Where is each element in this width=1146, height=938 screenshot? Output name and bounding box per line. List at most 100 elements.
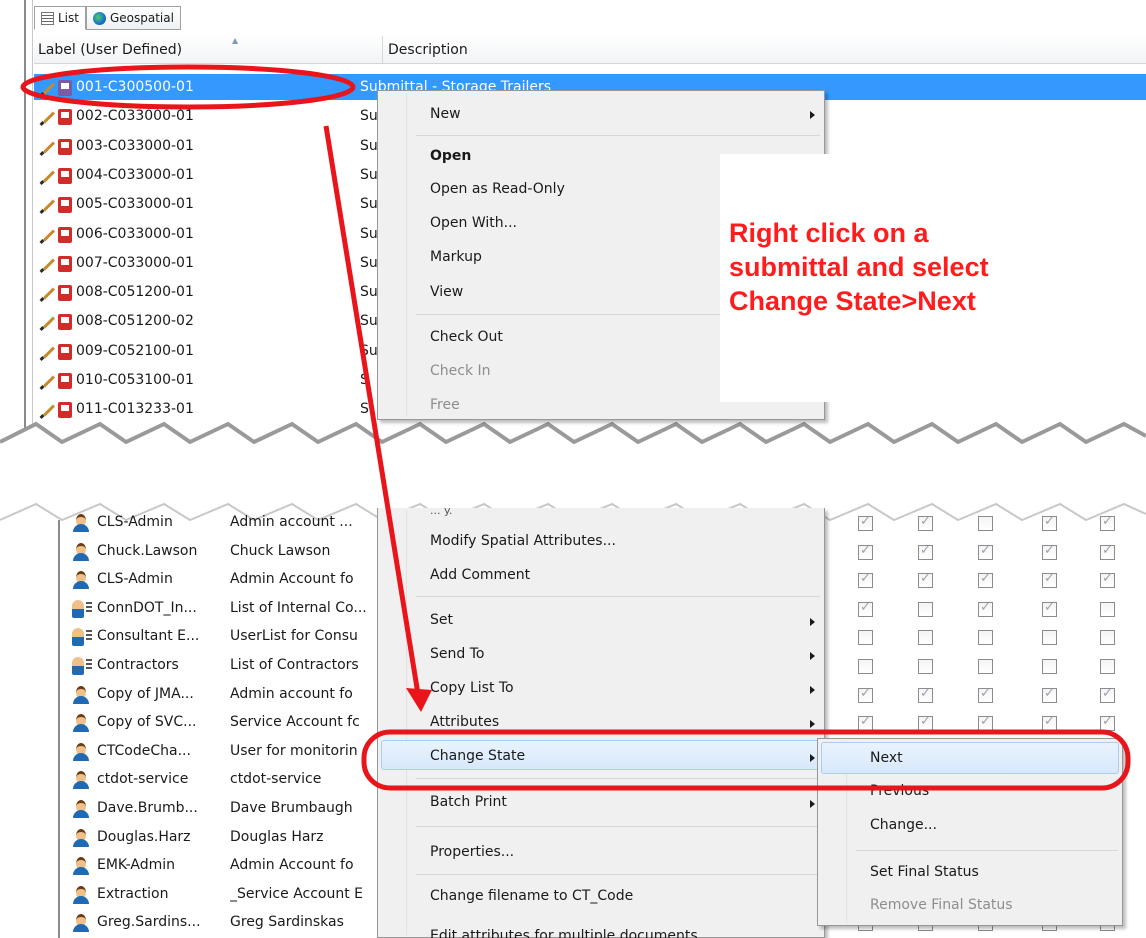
- user-description: UserList for Consu: [230, 628, 358, 645]
- document-label: 009-C052100-01: [76, 342, 194, 359]
- permission-checkbox[interactable]: [978, 516, 993, 531]
- permission-checkbox[interactable]: [918, 630, 933, 646]
- menu-item-open[interactable]: Open: [430, 148, 471, 164]
- user-description: List of Contractors: [230, 657, 359, 673]
- permission-checkbox[interactable]: [1100, 601, 1115, 617]
- document-row[interactable]: 006-C033000-01 Su: [34, 223, 378, 251]
- menu-item-modify-spatial[interactable]: Modify Spatial Attributes...: [430, 533, 616, 549]
- menu-item-open-read-only[interactable]: Open as Read-Only: [430, 181, 565, 197]
- permission-checkbox[interactable]: [978, 659, 993, 674]
- document-label: 006-C033000-01: [76, 225, 194, 242]
- document-row[interactable]: 008-C051200-02 Su: [34, 310, 378, 338]
- permission-checkbox[interactable]: [1100, 659, 1115, 674]
- document-label: 004-C033000-01: [76, 166, 194, 183]
- document-row[interactable]: 009-C052100-01 Su: [34, 340, 378, 368]
- document-description: S: [360, 372, 369, 388]
- document-row[interactable]: 003-C033000-01 Su: [34, 135, 378, 163]
- tab-list[interactable]: List: [34, 6, 86, 30]
- menu-item-new[interactable]: New: [430, 106, 461, 122]
- permission-checkbox[interactable]: [1100, 543, 1115, 560]
- permission-checkbox[interactable]: [978, 714, 993, 732]
- user-name: CTCodeCha...: [97, 742, 191, 759]
- menu-item-copy-list-to[interactable]: Copy List To: [430, 680, 514, 696]
- globe-icon: [92, 11, 106, 25]
- document-row[interactable]: 008-C051200-01 Su: [34, 281, 378, 309]
- document-row[interactable]: 007-C033000-01 Su: [34, 252, 378, 280]
- permission-checkbox[interactable]: [858, 543, 873, 560]
- menu-item-set[interactable]: Set: [430, 612, 453, 628]
- document-row[interactable]: 010-C053100-01 S: [34, 369, 374, 397]
- menu-item-edit-attributes-multiple[interactable]: Edit attributes for multiple documents: [430, 928, 698, 938]
- permission-checkbox[interactable]: [918, 601, 933, 617]
- menu-item-attributes[interactable]: Attributes: [430, 714, 499, 730]
- permission-checkbox[interactable]: [858, 714, 873, 732]
- tab-list-label: List: [58, 11, 79, 25]
- menu-item-add-comment[interactable]: Add Comment: [430, 567, 530, 583]
- permission-checkbox[interactable]: [1042, 630, 1057, 646]
- permission-checkbox[interactable]: [1100, 571, 1115, 589]
- permission-checkbox[interactable]: [1042, 600, 1057, 617]
- menu-item-next[interactable]: Next: [870, 750, 903, 766]
- permission-checkbox[interactable]: [858, 630, 873, 646]
- column-divider[interactable]: [382, 36, 383, 64]
- document-row[interactable]: 005-C033000-01 Su: [34, 193, 378, 221]
- column-header-label[interactable]: Label (User Defined): [38, 42, 182, 58]
- menu-item-change[interactable]: Change...: [870, 817, 937, 833]
- menu-item-batch-print[interactable]: Batch Print: [430, 794, 507, 810]
- menu-separator: [416, 874, 820, 875]
- pencil-icon: [40, 168, 56, 184]
- menu-item-properties[interactable]: Properties...: [430, 844, 514, 860]
- menu-item-markup[interactable]: Markup: [430, 249, 482, 265]
- user-name: Chuck.Lawson: [97, 542, 198, 559]
- menu-item-change-filename[interactable]: Change filename to CT_Code: [430, 888, 633, 904]
- menu-item-set-final-status[interactable]: Set Final Status: [870, 864, 979, 880]
- permission-checkbox[interactable]: [858, 600, 873, 617]
- permission-checkbox[interactable]: [1100, 714, 1115, 732]
- permission-checkbox[interactable]: [858, 571, 873, 589]
- column-header-description[interactable]: Description: [388, 42, 468, 58]
- pdf-icon: [58, 373, 72, 389]
- permission-checkbox[interactable]: [1042, 571, 1057, 589]
- menu-item-previous[interactable]: Previous: [870, 783, 929, 799]
- permission-checkbox[interactable]: [918, 659, 933, 674]
- menu-item-open-with[interactable]: Open With...: [430, 215, 517, 231]
- permission-checkbox[interactable]: [918, 686, 933, 703]
- user-name: Contractors: [97, 657, 179, 673]
- permission-checkbox[interactable]: [918, 514, 933, 531]
- document-row[interactable]: 002-C033000-01 Su: [34, 105, 378, 133]
- permission-checkbox[interactable]: [1100, 686, 1115, 703]
- permission-checkbox[interactable]: [978, 571, 993, 589]
- permission-checkbox[interactable]: [1042, 514, 1057, 531]
- permission-checkbox[interactable]: [1100, 514, 1115, 531]
- permission-checkbox[interactable]: [978, 600, 993, 617]
- tab-geospatial[interactable]: Geospatial: [85, 6, 181, 30]
- permission-checkbox[interactable]: [1042, 659, 1057, 674]
- permission-checkbox[interactable]: [978, 630, 993, 646]
- user-description: Admin account fo: [230, 685, 353, 702]
- menu-item-view[interactable]: View: [430, 284, 463, 300]
- user-icon: [72, 800, 90, 818]
- permission-checkbox[interactable]: [858, 686, 873, 703]
- permission-checkbox[interactable]: [1042, 714, 1057, 732]
- permission-checkbox[interactable]: [918, 571, 933, 589]
- permission-checkbox[interactable]: [978, 543, 993, 560]
- menu-item-send-to[interactable]: Send To: [430, 646, 484, 662]
- user-description: User for monitorin: [230, 742, 358, 759]
- pdf-icon: [58, 226, 72, 243]
- permission-checkbox[interactable]: [918, 714, 933, 732]
- permission-checkbox[interactable]: [1042, 543, 1057, 560]
- menu-item-change-state[interactable]: Change State: [430, 748, 525, 764]
- user-icon: [72, 885, 90, 904]
- document-label: 002-C033000-01: [76, 108, 194, 125]
- menu-item-check-out[interactable]: Check Out: [430, 329, 503, 345]
- permission-checkbox[interactable]: [1100, 630, 1115, 646]
- document-row[interactable]: 001-C300500-01 Submittal - Storage Traile…: [34, 76, 551, 104]
- permission-checkbox[interactable]: [978, 686, 993, 703]
- permission-checkbox[interactable]: [858, 659, 873, 674]
- permission-checkbox[interactable]: [918, 543, 933, 560]
- permission-checkbox[interactable]: [1042, 686, 1057, 703]
- pdf-icon: [58, 255, 72, 272]
- permission-checkbox[interactable]: [858, 514, 873, 531]
- document-label: 003-C033000-01: [76, 137, 194, 154]
- document-row[interactable]: 004-C033000-01 Su: [34, 164, 378, 192]
